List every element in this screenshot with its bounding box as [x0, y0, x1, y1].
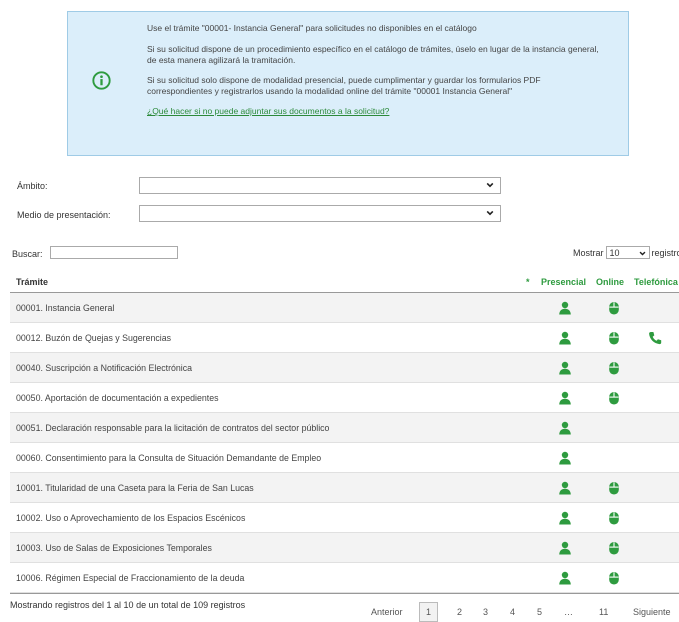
procedure-name[interactable]: 00012. Buzón de Quejas y Sugerencias	[16, 333, 171, 343]
person-icon[interactable]	[558, 391, 572, 405]
ambito-select[interactable]	[139, 177, 501, 194]
table-bottom-rule	[10, 593, 679, 594]
pager-page-11[interactable]: 11	[599, 607, 608, 617]
info-notice-box: Use el trámite "00001- Instancia General…	[67, 11, 629, 156]
header-tramite[interactable]: Trámite	[16, 277, 48, 287]
person-icon[interactable]	[558, 541, 572, 555]
mouse-icon[interactable]	[607, 391, 621, 405]
header-telefonica[interactable]: Telefónica	[634, 277, 678, 287]
attach-help-link[interactable]: ¿Qué hacer si no puede adjuntar sus docu…	[147, 106, 389, 116]
person-icon[interactable]	[558, 301, 572, 315]
procedure-name[interactable]: 00060. Consentimiento para la Consulta d…	[16, 453, 321, 463]
mouse-icon[interactable]	[607, 571, 621, 585]
person-icon[interactable]	[558, 451, 572, 465]
ambito-label: Ámbito:	[17, 181, 48, 191]
header-online[interactable]: Online	[596, 277, 624, 287]
show-label: Mostrar	[573, 247, 604, 258]
medio-label: Medio de presentación:	[17, 210, 111, 220]
chevron-down-icon	[486, 182, 494, 188]
mouse-icon[interactable]	[607, 301, 621, 315]
pager-page-5[interactable]: 5	[537, 607, 542, 617]
phone-icon[interactable]	[648, 331, 662, 345]
person-icon[interactable]	[558, 421, 572, 435]
table-row[interactable]: 00060. Consentimiento para la Consulta d…	[10, 443, 679, 473]
procedure-name[interactable]: 10001. Titularidad de una Caseta para la…	[16, 483, 254, 493]
procedure-name[interactable]: 00050. Aportación de documentación a exp…	[16, 393, 218, 403]
procedure-name[interactable]: 00040. Suscripción a Notificación Electr…	[16, 363, 192, 373]
table-row[interactable]: 10006. Régimen Especial de Fraccionamien…	[10, 563, 679, 593]
table-row[interactable]: 00050. Aportación de documentación a exp…	[10, 383, 679, 413]
records-info: Mostrando registros del 1 al 10 de un to…	[10, 600, 246, 610]
pager-page-2[interactable]: 2	[457, 607, 462, 617]
search-label: Buscar:	[12, 249, 43, 259]
page-size-select[interactable]: 10	[605, 246, 650, 259]
header-presencial[interactable]: Presencial	[541, 277, 586, 287]
person-icon[interactable]	[558, 481, 572, 495]
table-row[interactable]: 00040. Suscripción a Notificación Electr…	[10, 353, 679, 383]
chevron-down-icon	[486, 210, 494, 216]
table-row[interactable]: 10001. Titularidad de una Caseta para la…	[10, 473, 679, 503]
records-label: registros	[651, 247, 679, 258]
mouse-icon[interactable]	[607, 541, 621, 555]
mouse-icon[interactable]	[607, 331, 621, 345]
notice-line-3: Si su solicitud solo dispone de modalida…	[147, 75, 541, 96]
procedure-name[interactable]: 00051. Declaración responsable para la l…	[16, 423, 329, 433]
person-icon[interactable]	[558, 571, 572, 585]
table-row[interactable]: 10002. Uso o Aprovechamiento de los Espa…	[10, 503, 679, 533]
page-size-control: Mostrar 10 registros	[573, 246, 679, 259]
person-icon[interactable]	[558, 331, 572, 345]
procedure-name[interactable]: 00001. Instancia General	[16, 303, 114, 313]
notice-line-1: Use el trámite "00001- Instancia General…	[147, 23, 477, 33]
info-icon	[92, 71, 111, 90]
table-row[interactable]: 00051. Declaración responsable para la l…	[10, 413, 679, 443]
pager-page-3[interactable]: 3	[483, 607, 488, 617]
table-row[interactable]: 10003. Uso de Salas de Exposiciones Temp…	[10, 533, 679, 563]
procedure-name[interactable]: 10002. Uso o Aprovechamiento de los Espa…	[16, 513, 245, 523]
procedure-name[interactable]: 10006. Régimen Especial de Fraccionamien…	[16, 573, 244, 583]
mouse-icon[interactable]	[607, 511, 621, 525]
table-row[interactable]: 00012. Buzón de Quejas y Sugerencias	[10, 323, 679, 353]
page-size-value: 10	[609, 248, 620, 258]
header-star: *	[526, 277, 530, 287]
mouse-icon[interactable]	[607, 361, 621, 375]
medio-select[interactable]	[139, 205, 501, 222]
pager-ellipsis: …	[564, 607, 573, 617]
pager-next[interactable]: Siguiente	[633, 607, 671, 617]
procedure-name[interactable]: 10003. Uso de Salas de Exposiciones Temp…	[16, 543, 212, 553]
mouse-icon[interactable]	[607, 481, 621, 495]
search-input[interactable]	[50, 246, 178, 259]
table-header: Trámite * Presencial Online Telefónica	[10, 270, 679, 293]
person-icon[interactable]	[558, 361, 572, 375]
chevron-down-icon	[639, 251, 645, 256]
table-body: 00001. Instancia General 00012. Buzón de …	[10, 293, 679, 593]
pager-prev[interactable]: Anterior	[371, 607, 403, 617]
person-icon[interactable]	[558, 511, 572, 525]
pager-page-1[interactable]: 1	[419, 602, 439, 622]
procedures-table: Trámite * Presencial Online Telefónica 0…	[10, 270, 679, 594]
table-row[interactable]: 00001. Instancia General	[10, 293, 679, 323]
notice-line-2: Si su solicitud dispone de un procedimie…	[147, 44, 599, 65]
pager-page-4[interactable]: 4	[510, 607, 515, 617]
